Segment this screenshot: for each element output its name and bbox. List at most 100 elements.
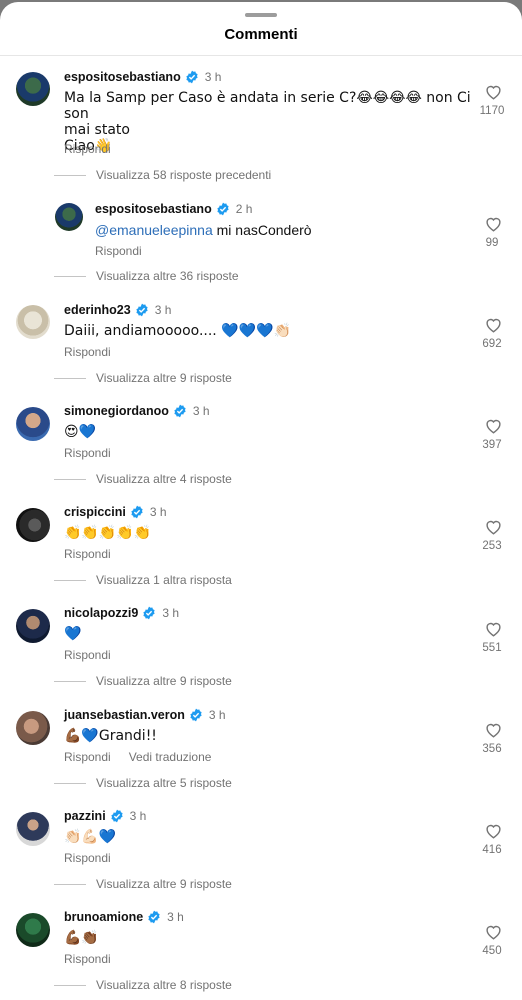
username[interactable]: ederinho23	[64, 303, 131, 317]
timestamp: 3 h	[154, 303, 172, 317]
comment-text: Daiii, andiamooooo.... 💙💙💙👏🏻	[64, 323, 291, 339]
like-count: 450	[482, 945, 502, 957]
avatar[interactable]	[16, 72, 50, 106]
username[interactable]: juansebastian.veron	[64, 708, 185, 722]
mention-link[interactable]: @emanueleepinna	[95, 222, 213, 238]
like-count: 397	[482, 439, 502, 451]
avatar[interactable]	[16, 913, 50, 947]
reply-button[interactable]: Rispondi	[64, 547, 111, 561]
comment-text: 💪🏾💙Grandi!!	[64, 728, 157, 744]
comment-line: mai stato	[64, 122, 130, 138]
view-replies-label: Visualizza 1 altra risposta	[96, 573, 232, 587]
like-button[interactable]	[481, 924, 505, 940]
username[interactable]: simonegiordanoo	[64, 404, 169, 418]
like-button[interactable]	[481, 722, 505, 738]
like-count: 416	[482, 844, 502, 856]
verified-badge-icon	[143, 606, 155, 620]
view-replies-label: Visualizza altre 8 risposte	[96, 978, 232, 992]
heart-outline-icon	[485, 318, 501, 333]
reply-button[interactable]: Rispondi	[64, 952, 111, 966]
timestamp: 3 h	[162, 606, 180, 620]
divider	[54, 579, 86, 581]
like-count: 253	[482, 540, 502, 552]
timestamp: 3 h	[204, 70, 222, 84]
username[interactable]: crispiccini	[64, 505, 126, 519]
verified-badge-icon	[148, 910, 160, 924]
username[interactable]: pazzini	[64, 809, 106, 823]
avatar[interactable]	[16, 609, 50, 643]
username[interactable]: nicolapozzi9	[64, 606, 138, 620]
like-button[interactable]	[481, 621, 505, 637]
divider	[54, 478, 86, 480]
divider	[54, 275, 86, 277]
like-button[interactable]	[481, 519, 505, 535]
comment-text: @emanueleepinna mi nasConderò	[95, 222, 465, 238]
heart-outline-icon	[485, 925, 501, 940]
avatar[interactable]	[55, 203, 83, 231]
view-replies-button[interactable]: Visualizza altre 8 risposte	[54, 978, 232, 992]
timestamp: 3 h	[167, 910, 184, 924]
avatar[interactable]	[16, 407, 50, 441]
heart-outline-icon	[485, 217, 501, 232]
avatar[interactable]	[16, 711, 50, 745]
username[interactable]: espositosebastiano	[95, 202, 212, 216]
view-replies-button[interactable]: Visualizza altre 5 risposte	[54, 776, 232, 790]
verified-badge-icon	[190, 708, 202, 722]
comment-text: Ma la Samp per Caso è andata in serie C?…	[64, 90, 474, 154]
view-replies-button[interactable]: Visualizza 1 altra risposta	[54, 573, 232, 587]
divider	[54, 984, 86, 986]
view-replies-label: Visualizza 58 risposte precedenti	[96, 168, 272, 182]
like-button[interactable]	[481, 317, 505, 333]
heart-outline-icon	[485, 622, 501, 637]
timestamp: 3 h	[129, 809, 147, 823]
view-replies-label: Visualizza altre 9 risposte	[96, 371, 232, 385]
like-button[interactable]	[481, 216, 505, 232]
divider	[54, 680, 86, 682]
verified-badge-icon	[174, 404, 186, 418]
username[interactable]: brunoamione	[64, 910, 143, 924]
like-count: 356	[482, 743, 502, 755]
avatar[interactable]	[16, 508, 50, 542]
like-count: 99	[485, 237, 499, 249]
view-replies-label: Visualizza altre 9 risposte	[96, 674, 232, 688]
like-count: 692	[482, 338, 502, 350]
view-replies-button[interactable]: Visualizza altre 9 risposte	[54, 371, 232, 385]
timestamp: 3 h	[149, 505, 167, 519]
heart-outline-icon	[485, 824, 501, 839]
view-replies-button[interactable]: Visualizza altre 36 risposte	[54, 269, 239, 283]
drag-handle[interactable]	[245, 13, 277, 17]
like-button[interactable]	[481, 823, 505, 839]
timestamp: 3 h	[192, 404, 210, 418]
username[interactable]: espositosebastiano	[64, 70, 181, 84]
comment-text: 💪🏾👏🏾	[64, 930, 99, 946]
reply-button[interactable]: Rispondi	[64, 851, 111, 865]
comment-body: mi nasConderò	[212, 222, 312, 238]
timestamp: 2 h	[235, 202, 253, 216]
reply-button[interactable]: Rispondi	[64, 345, 111, 359]
view-replies-label: Visualizza altre 5 risposte	[96, 776, 232, 790]
view-replies-button[interactable]: Visualizza 58 risposte precedenti	[54, 168, 271, 182]
divider	[54, 883, 86, 885]
avatar[interactable]	[16, 812, 50, 846]
like-button[interactable]	[481, 84, 505, 100]
verified-badge-icon	[186, 70, 198, 84]
reply-button[interactable]: Rispondi	[95, 244, 142, 258]
reply-button[interactable]: Rispondi	[64, 446, 111, 460]
like-count: 551	[482, 642, 502, 654]
view-replies-button[interactable]: Visualizza altre 4 risposte	[54, 472, 232, 486]
comment-line: Ciao👋	[64, 138, 113, 154]
avatar[interactable]	[16, 305, 50, 339]
like-button[interactable]	[481, 418, 505, 434]
view-replies-button[interactable]: Visualizza altre 9 risposte	[54, 877, 232, 891]
like-count: 1170	[479, 105, 505, 117]
view-replies-label: Visualizza altre 4 risposte	[96, 472, 232, 486]
comment-line: Ma la Samp per Caso è andata in serie C?…	[64, 90, 471, 122]
reply-button[interactable]: Rispondi	[64, 750, 111, 764]
verified-badge-icon	[111, 809, 123, 823]
translate-button[interactable]: Vedi traduzione	[129, 750, 212, 764]
reply-button[interactable]: Rispondi	[64, 648, 111, 662]
view-replies-button[interactable]: Visualizza altre 9 risposte	[54, 674, 232, 688]
heart-outline-icon	[485, 85, 501, 100]
view-replies-label: Visualizza altre 9 risposte	[96, 877, 232, 891]
reply-button[interactable]: Rispondi	[64, 142, 111, 156]
